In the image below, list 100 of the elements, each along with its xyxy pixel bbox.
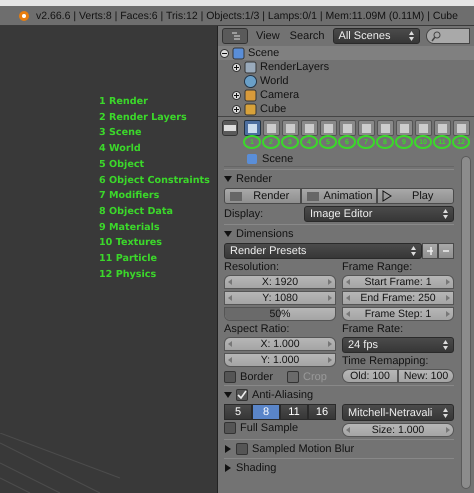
properties-tab[interactable] bbox=[434, 120, 450, 136]
properties-tab[interactable] bbox=[396, 120, 412, 136]
annotation-label: 1 Render bbox=[99, 95, 149, 109]
frame-rate-dropdown[interactable]: 24 fps bbox=[342, 337, 454, 353]
tab-icon bbox=[380, 124, 390, 132]
panel-title: Anti-Aliasing bbox=[252, 389, 314, 401]
add-button[interactable] bbox=[422, 243, 438, 259]
annotation-label: 7 Modifiers bbox=[99, 189, 160, 204]
expand-icon[interactable] bbox=[232, 90, 241, 100]
field-label: Frame Rate: bbox=[342, 323, 404, 335]
properties-tab[interactable] bbox=[244, 120, 260, 136]
editor-type-button[interactable] bbox=[222, 120, 238, 136]
scene-dropdown[interactable]: All Scenes bbox=[332, 28, 420, 44]
render-button[interactable]: Render bbox=[224, 188, 301, 204]
globe-icon bbox=[244, 74, 257, 88]
field-label: Time Remapping: bbox=[342, 355, 430, 367]
field-label: Aspect Ratio: bbox=[224, 323, 290, 335]
outliner-item[interactable]: Camera bbox=[260, 89, 300, 101]
properties-tab[interactable] bbox=[414, 120, 432, 136]
outliner-item[interactable]: World bbox=[260, 75, 289, 87]
outliner-item[interactable]: Scene bbox=[248, 47, 280, 59]
checkbox-label: Border bbox=[240, 371, 274, 383]
properties-tab[interactable] bbox=[338, 120, 356, 136]
sample-option[interactable]: 16 bbox=[308, 404, 336, 420]
tab-icon bbox=[324, 124, 332, 132]
tab-icon bbox=[456, 124, 466, 132]
search-field[interactable] bbox=[426, 28, 470, 44]
tab-icon bbox=[400, 124, 408, 132]
anti-aliasing-checkbox[interactable] bbox=[236, 389, 248, 401]
annotation-label: 3 Scene bbox=[99, 126, 142, 140]
field-label: Resolution: bbox=[224, 261, 280, 273]
list-icon bbox=[230, 32, 240, 40]
tab-icon bbox=[266, 124, 276, 132]
tab-icon bbox=[362, 124, 370, 132]
annotation-label: 8 Object Data bbox=[99, 204, 174, 219]
tab-icon bbox=[438, 124, 446, 132]
properties-tab[interactable] bbox=[376, 120, 394, 136]
tab-icon bbox=[286, 124, 294, 132]
panel-icon bbox=[224, 125, 236, 131]
filter-dropdown[interactable]: Mitchell-Netravali bbox=[342, 404, 454, 421]
number-field[interactable]: Old: 100 bbox=[342, 369, 398, 383]
properties-tab[interactable] bbox=[358, 120, 374, 136]
expand-icon[interactable] bbox=[232, 62, 241, 72]
tab-icon bbox=[248, 124, 256, 132]
view-menu[interactable]: View bbox=[254, 30, 282, 42]
play-icon bbox=[382, 190, 392, 202]
checkmark-icon bbox=[237, 390, 247, 400]
sample-option[interactable]: 11 bbox=[280, 404, 308, 420]
sample-option[interactable]: 5 bbox=[224, 404, 252, 420]
tab-icon bbox=[418, 124, 428, 132]
updown-icon bbox=[409, 31, 414, 41]
properties-tab[interactable] bbox=[282, 120, 298, 136]
annotation-label: 2 Render Layers bbox=[99, 110, 188, 125]
border-checkbox[interactable] bbox=[224, 371, 236, 383]
display-label: Display: bbox=[224, 208, 264, 220]
properties-tab[interactable] bbox=[452, 120, 470, 136]
tab-icon bbox=[342, 124, 352, 132]
full-sample-checkbox[interactable] bbox=[224, 422, 236, 434]
search-menu[interactable]: Search bbox=[288, 30, 327, 42]
outliner-item[interactable]: RenderLayers bbox=[260, 61, 330, 73]
tab-icon bbox=[304, 124, 314, 132]
panel-title: Dimensions bbox=[236, 228, 294, 240]
properties-tab[interactable] bbox=[320, 120, 336, 136]
search-icon bbox=[431, 30, 441, 42]
annotation-label: 12 Physics bbox=[99, 268, 158, 282]
annotation-label: 5 Object bbox=[99, 158, 146, 172]
updown-icon bbox=[443, 340, 448, 350]
render-button[interactable]: Animation bbox=[300, 188, 378, 204]
motion-blur-checkbox[interactable] bbox=[236, 443, 248, 455]
annotation-label: 4 World bbox=[99, 142, 142, 156]
remove-button[interactable] bbox=[438, 243, 454, 259]
breadcrumb: Scene bbox=[262, 153, 294, 165]
render-button[interactable]: Play bbox=[377, 188, 454, 204]
plus-icon bbox=[427, 247, 433, 255]
annotation-label: 10 Textures bbox=[99, 236, 164, 250]
disclosure-icon[interactable] bbox=[224, 175, 232, 183]
disclosure-icon[interactable] bbox=[224, 464, 232, 472]
annotation-label: 11 Particle bbox=[99, 252, 158, 266]
display-dropdown[interactable]: Image Editor bbox=[304, 206, 454, 222]
panel-title: Render bbox=[236, 173, 272, 185]
panel-title: Sampled Motion Blur bbox=[252, 443, 354, 455]
outliner-item[interactable]: Cube bbox=[260, 103, 286, 115]
disclosure-icon[interactable] bbox=[224, 230, 232, 238]
presets-dropdown[interactable]: Render Presets bbox=[224, 243, 422, 259]
disclosure-icon[interactable] bbox=[224, 391, 232, 399]
status-text: v2.66.6 | Verts:8 | Faces:6 | Tris:12 | Objects:1/3 | Lamps:0/1 | Mem:11.09M (0.11M) | Cube bbox=[36, 10, 458, 22]
logo-icon bbox=[16, 10, 30, 22]
scrollbar[interactable] bbox=[461, 156, 471, 489]
collapse-icon[interactable] bbox=[220, 48, 229, 58]
number-field[interactable]: New: 100 bbox=[398, 369, 454, 383]
properties-tab[interactable] bbox=[300, 120, 318, 136]
panel-title: Shading bbox=[236, 462, 276, 474]
expand-icon[interactable] bbox=[232, 104, 241, 114]
editor-type-button[interactable] bbox=[222, 28, 248, 44]
sample-option[interactable]: 8 bbox=[252, 404, 280, 420]
checkbox-label: Full Sample bbox=[240, 422, 298, 434]
updown-icon bbox=[443, 209, 448, 219]
disclosure-icon[interactable] bbox=[224, 445, 232, 453]
updown-icon bbox=[443, 408, 448, 418]
properties-tab[interactable] bbox=[262, 120, 280, 136]
